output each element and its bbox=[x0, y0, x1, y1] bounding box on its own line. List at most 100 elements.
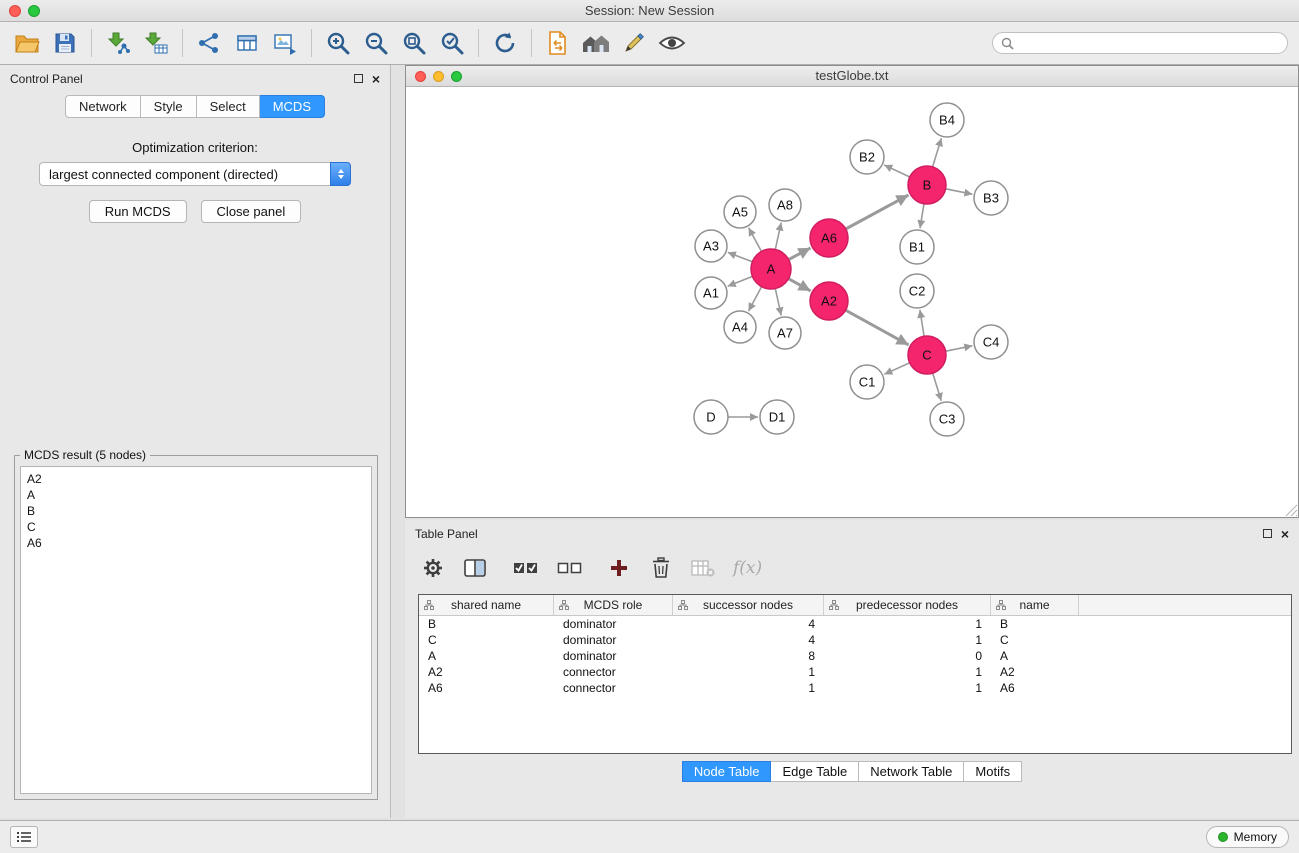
run-mcds-button[interactable]: Run MCDS bbox=[89, 200, 187, 223]
search-input[interactable] bbox=[1019, 36, 1279, 50]
graph-node-B4[interactable]: B4 bbox=[930, 103, 964, 137]
create-column-button[interactable] bbox=[607, 554, 631, 582]
graph-edge-A-A8[interactable] bbox=[775, 223, 781, 250]
graph-node-B2[interactable]: B2 bbox=[850, 140, 884, 174]
table-row[interactable]: Adominator80A bbox=[419, 648, 1291, 664]
column-header-shared-name[interactable]: shared name bbox=[419, 595, 554, 615]
new-table-button[interactable] bbox=[228, 26, 266, 60]
delete-column-button[interactable] bbox=[649, 554, 673, 582]
graph-edge-A-A6[interactable] bbox=[789, 248, 811, 260]
network-canvas[interactable]: B4B2BB3A5A8A6B1A3AC2A1A2A4A7C4CC1C3DD1 bbox=[406, 87, 1298, 517]
zoom-fit-button[interactable] bbox=[395, 26, 433, 60]
graph-edge-A6-B[interactable] bbox=[846, 195, 909, 229]
refresh-view-button[interactable] bbox=[486, 26, 524, 60]
graph-edge-A-A5[interactable] bbox=[749, 228, 762, 252]
graph-node-C1[interactable]: C1 bbox=[850, 365, 884, 399]
show-column-panel-button[interactable] bbox=[463, 554, 487, 582]
new-network-button[interactable] bbox=[190, 26, 228, 60]
close-panel-icon[interactable]: × bbox=[372, 74, 380, 84]
delete-table-button[interactable] bbox=[691, 554, 715, 582]
result-item[interactable]: A bbox=[27, 487, 365, 503]
graph-node-B[interactable]: B bbox=[908, 166, 946, 204]
graph-edge-C-C1[interactable] bbox=[884, 363, 909, 374]
graph-node-C[interactable]: C bbox=[908, 336, 946, 374]
table-row[interactable]: A2connector11A2 bbox=[419, 664, 1291, 680]
tab-mcds[interactable]: MCDS bbox=[260, 95, 325, 118]
graph-edge-A-A4[interactable] bbox=[749, 287, 762, 312]
graph-node-B1[interactable]: B1 bbox=[900, 230, 934, 264]
select-all-columns-button[interactable] bbox=[513, 554, 539, 582]
reload-session-button[interactable] bbox=[539, 26, 577, 60]
close-table-panel-icon[interactable]: × bbox=[1281, 529, 1289, 539]
tab-motifs[interactable]: Motifs bbox=[964, 761, 1022, 782]
deselect-all-columns-button[interactable] bbox=[557, 554, 583, 582]
home-networks-button[interactable] bbox=[577, 26, 615, 60]
tab-style[interactable]: Style bbox=[141, 95, 197, 118]
graph-node-A7[interactable]: A7 bbox=[769, 317, 801, 349]
criterion-dropdown[interactable]: largest connected component (directed) bbox=[39, 162, 351, 186]
graph-node-A3[interactable]: A3 bbox=[695, 230, 727, 262]
node-table[interactable]: shared nameMCDS rolesuccessor nodesprede… bbox=[418, 594, 1292, 754]
search-box[interactable] bbox=[992, 32, 1288, 54]
graph-node-C4[interactable]: C4 bbox=[974, 325, 1008, 359]
graph-edge-B-B2[interactable] bbox=[884, 165, 910, 177]
result-item[interactable]: A6 bbox=[27, 535, 365, 551]
graph-edge-A2-C[interactable] bbox=[846, 310, 909, 345]
graph-node-A1[interactable]: A1 bbox=[695, 277, 727, 309]
column-header-name[interactable]: name bbox=[991, 595, 1079, 615]
graph-edge-C-C4[interactable] bbox=[946, 346, 973, 351]
graph-node-A4[interactable]: A4 bbox=[724, 311, 756, 343]
function-builder-button[interactable]: f(x) bbox=[733, 554, 762, 582]
tab-network-table[interactable]: Network Table bbox=[859, 761, 964, 782]
table-settings-button[interactable] bbox=[421, 554, 445, 582]
result-item[interactable]: A2 bbox=[27, 471, 365, 487]
zoom-window-button[interactable] bbox=[28, 5, 40, 17]
tab-node-table[interactable]: Node Table bbox=[682, 761, 772, 782]
result-item[interactable]: B bbox=[27, 503, 365, 519]
graph-edge-B-B1[interactable] bbox=[920, 204, 924, 228]
graph-node-A5[interactable]: A5 bbox=[724, 196, 756, 228]
table-row[interactable]: Cdominator41C bbox=[419, 632, 1291, 648]
graph-edge-B-B3[interactable] bbox=[946, 189, 973, 194]
graph-node-C3[interactable]: C3 bbox=[930, 402, 964, 436]
network-graph[interactable]: B4B2BB3A5A8A6B1A3AC2A1A2A4A7C4CC1C3DD1 bbox=[406, 87, 1298, 517]
graph-node-D[interactable]: D bbox=[694, 400, 728, 434]
float-panel-icon[interactable] bbox=[354, 74, 363, 83]
graph-edge-C-C3[interactable] bbox=[933, 373, 942, 401]
column-header-predecessor-nodes[interactable]: predecessor nodes bbox=[824, 595, 991, 615]
zoom-in-button[interactable] bbox=[319, 26, 357, 60]
table-row[interactable]: Bdominator41B bbox=[419, 616, 1291, 632]
open-session-button[interactable] bbox=[8, 26, 46, 60]
annotation-pen-button[interactable] bbox=[615, 26, 653, 60]
close-panel-button[interactable]: Close panel bbox=[201, 200, 302, 223]
graph-edge-A-A1[interactable] bbox=[728, 276, 753, 286]
graph-node-A8[interactable]: A8 bbox=[769, 189, 801, 221]
graph-edge-A-A7[interactable] bbox=[775, 289, 781, 316]
import-table-file-button[interactable] bbox=[137, 26, 175, 60]
save-session-button[interactable] bbox=[46, 26, 84, 60]
column-header-successor-nodes[interactable]: successor nodes bbox=[673, 595, 824, 615]
tab-edge-table[interactable]: Edge Table bbox=[771, 761, 859, 782]
close-window-button[interactable] bbox=[9, 5, 21, 17]
float-table-panel-icon[interactable] bbox=[1263, 529, 1272, 538]
zoom-out-button[interactable] bbox=[357, 26, 395, 60]
tab-select[interactable]: Select bbox=[197, 95, 260, 118]
resize-grip-icon[interactable] bbox=[1285, 504, 1298, 517]
tab-network[interactable]: Network bbox=[65, 95, 141, 118]
graph-node-C2[interactable]: C2 bbox=[900, 274, 934, 308]
graph-edge-C-C2[interactable] bbox=[920, 310, 924, 336]
graph-edge-A-A2[interactable] bbox=[789, 279, 811, 291]
zoom-selected-button[interactable] bbox=[433, 26, 471, 60]
zoom-view-button[interactable] bbox=[451, 71, 462, 82]
graph-node-A2[interactable]: A2 bbox=[810, 282, 848, 320]
task-history-button[interactable] bbox=[10, 826, 38, 848]
export-image-button[interactable] bbox=[266, 26, 304, 60]
close-view-button[interactable] bbox=[415, 71, 426, 82]
graph-edge-A-A3[interactable] bbox=[728, 252, 753, 261]
graph-node-A[interactable]: A bbox=[751, 249, 791, 289]
column-header-MCDS-role[interactable]: MCDS role bbox=[554, 595, 673, 615]
graph-edge-B-B4[interactable] bbox=[933, 138, 942, 167]
graph-node-A6[interactable]: A6 bbox=[810, 219, 848, 257]
table-row[interactable]: A6connector11A6 bbox=[419, 680, 1291, 696]
import-network-file-button[interactable] bbox=[99, 26, 137, 60]
